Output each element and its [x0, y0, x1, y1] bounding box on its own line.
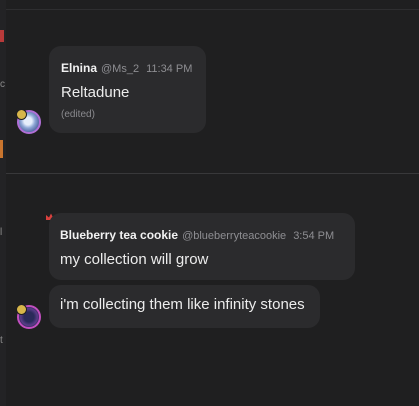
message-text: my collection will grow	[60, 251, 209, 268]
message-header: Elnina @Ms_2 11:34 PM	[61, 59, 194, 77]
avatar[interactable]	[16, 304, 41, 329]
chat-view: c l t Elnina @Ms_2 11:34 PM Reltadune (edi…	[0, 0, 419, 406]
divider	[6, 173, 419, 174]
message-bubble[interactable]: Elnina @Ms_2 11:34 PM Reltadune (edited)	[49, 46, 206, 133]
author-handle: @blueberryteacookie	[182, 230, 287, 242]
edited-label: (edited)	[61, 109, 95, 120]
message-timestamp: 11:34 PM	[146, 63, 193, 75]
author-handle: @Ms_2	[101, 63, 140, 75]
side-pane-glyph: c	[0, 79, 5, 90]
message-text: i'm collecting them like infinity stones	[60, 296, 305, 313]
status-badge	[16, 109, 27, 120]
unread-indicator	[0, 30, 4, 42]
author-name[interactable]: Elnina	[61, 61, 97, 75]
side-pane-glyph: l	[0, 227, 3, 238]
side-pane-glyph: t	[0, 335, 3, 346]
message-header: Blueberry tea cookie @blueberryteacookie 3…	[60, 226, 343, 244]
divider	[6, 9, 419, 10]
message-timestamp: 3:54 PM	[293, 230, 335, 242]
message-bubble[interactable]: Blueberry tea cookie @blueberryteacookie 3…	[49, 213, 355, 280]
status-badge	[16, 304, 27, 315]
avatar[interactable]	[16, 109, 41, 134]
side-pane-marker	[0, 140, 3, 158]
message-bubble[interactable]: i'm collecting them like infinity stones	[49, 285, 320, 328]
message-text: Reltadune	[61, 84, 130, 101]
author-name[interactable]: Blueberry tea cookie	[60, 228, 178, 242]
side-pane-edge: c l t	[0, 0, 6, 406]
